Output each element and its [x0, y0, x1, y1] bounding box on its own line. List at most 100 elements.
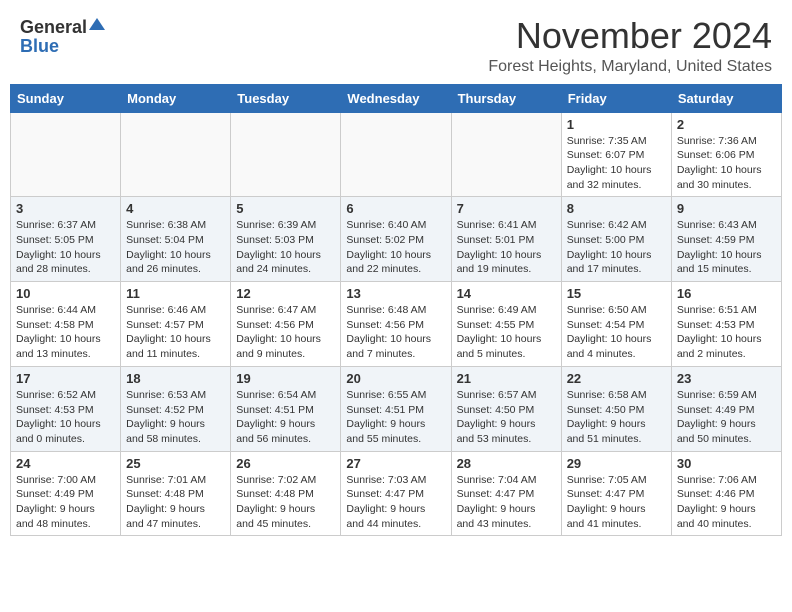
day-number: 25	[126, 456, 225, 471]
day-number: 28	[457, 456, 556, 471]
calendar-day-cell: 10Sunrise: 6:44 AM Sunset: 4:58 PM Dayli…	[11, 282, 121, 367]
calendar-day-cell: 12 Sunrise: 6:47 AM Sunset: 4:56 PM Dayli…	[231, 282, 341, 367]
calendar-day-cell: 18 Sunrise: 6:53 AM Sunset: 4:52 PM Dayli…	[121, 366, 231, 451]
day-info: Sunrise: 6:54 AM Sunset: 4:51 PM Dayligh…	[236, 388, 335, 447]
day-number: 26	[236, 456, 335, 471]
day-info: Sunrise: 6:43 AM Sunset: 4:59 PM Dayligh…	[677, 218, 776, 277]
calendar-day-cell: 17Sunrise: 6:52 AM Sunset: 4:53 PM Dayli…	[11, 366, 121, 451]
day-number: 7	[457, 201, 556, 216]
calendar-day-cell: 26 Sunrise: 7:02 AM Sunset: 4:48 PM Dayli…	[231, 451, 341, 536]
day-number: 27	[346, 456, 445, 471]
day-info: Sunrise: 7:05 AM Sunset: 4:47 PM Dayligh…	[567, 473, 666, 532]
weekday-header: Friday	[561, 84, 671, 112]
logo: General Blue	[20, 16, 105, 55]
calendar-day-cell: 16 Sunrise: 6:51 AM Sunset: 4:53 PM Dayli…	[671, 282, 781, 367]
day-number: 9	[677, 201, 776, 216]
day-number: 4	[126, 201, 225, 216]
day-info: Sunrise: 6:40 AM Sunset: 5:02 PM Dayligh…	[346, 218, 445, 277]
day-info: Sunrise: 7:03 AM Sunset: 4:47 PM Dayligh…	[346, 473, 445, 532]
day-info: Sunrise: 6:58 AM Sunset: 4:50 PM Dayligh…	[567, 388, 666, 447]
day-number: 16	[677, 286, 776, 301]
calendar-week-row: 10Sunrise: 6:44 AM Sunset: 4:58 PM Dayli…	[11, 282, 782, 367]
calendar-day-cell: 6Sunrise: 6:40 AM Sunset: 5:02 PM Daylig…	[341, 197, 451, 282]
calendar-day-cell	[121, 112, 231, 197]
weekday-header-row: SundayMondayTuesdayWednesdayThursdayFrid…	[11, 84, 782, 112]
day-info: Sunrise: 7:06 AM Sunset: 4:46 PM Dayligh…	[677, 473, 776, 532]
calendar-day-cell: 3 Sunrise: 6:37 AM Sunset: 5:05 PM Daylig…	[11, 197, 121, 282]
day-info: Sunrise: 6:46 AM Sunset: 4:57 PM Dayligh…	[126, 303, 225, 362]
day-number: 15	[567, 286, 666, 301]
day-info: Sunrise: 7:04 AM Sunset: 4:47 PM Dayligh…	[457, 473, 556, 532]
weekday-header: Tuesday	[231, 84, 341, 112]
day-info: Sunrise: 6:41 AM Sunset: 5:01 PM Dayligh…	[457, 218, 556, 277]
calendar-day-cell: 1 Sunrise: 7:35 AM Sunset: 6:07 PM Daylig…	[561, 112, 671, 197]
title-block: November 2024 Forest Heights, Maryland, …	[488, 16, 772, 76]
day-number: 1	[567, 117, 666, 132]
day-info: Sunrise: 6:38 AM Sunset: 5:04 PM Dayligh…	[126, 218, 225, 277]
calendar-week-row: 24 Sunrise: 7:00 AM Sunset: 4:49 PM Dayli…	[11, 451, 782, 536]
weekday-header: Thursday	[451, 84, 561, 112]
day-number: 11	[126, 286, 225, 301]
day-number: 17	[16, 371, 115, 386]
calendar-day-cell: 4 Sunrise: 6:38 AM Sunset: 5:04 PM Daylig…	[121, 197, 231, 282]
calendar-week-row: 3 Sunrise: 6:37 AM Sunset: 5:05 PM Daylig…	[11, 197, 782, 282]
day-number: 13	[346, 286, 445, 301]
day-info: Sunrise: 7:01 AM Sunset: 4:48 PM Dayligh…	[126, 473, 225, 532]
day-info: Sunrise: 6:44 AM Sunset: 4:58 PM Dayligh…	[16, 303, 115, 362]
day-number: 22	[567, 371, 666, 386]
day-info: Sunrise: 7:36 AM Sunset: 6:06 PM Dayligh…	[677, 134, 776, 193]
weekday-header: Wednesday	[341, 84, 451, 112]
day-number: 23	[677, 371, 776, 386]
calendar-day-cell: 28 Sunrise: 7:04 AM Sunset: 4:47 PM Dayli…	[451, 451, 561, 536]
location-title: Forest Heights, Maryland, United States	[488, 58, 772, 76]
day-info: Sunrise: 6:55 AM Sunset: 4:51 PM Dayligh…	[346, 388, 445, 447]
day-number: 5	[236, 201, 335, 216]
calendar-day-cell: 21Sunrise: 6:57 AM Sunset: 4:50 PM Dayli…	[451, 366, 561, 451]
day-number: 18	[126, 371, 225, 386]
calendar-day-cell: 13 Sunrise: 6:48 AM Sunset: 4:56 PM Dayli…	[341, 282, 451, 367]
day-info: Sunrise: 7:02 AM Sunset: 4:48 PM Dayligh…	[236, 473, 335, 532]
calendar-week-row: 17Sunrise: 6:52 AM Sunset: 4:53 PM Dayli…	[11, 366, 782, 451]
calendar-day-cell: 24 Sunrise: 7:00 AM Sunset: 4:49 PM Dayli…	[11, 451, 121, 536]
day-number: 30	[677, 456, 776, 471]
logo-blue-text: Blue	[20, 37, 59, 55]
day-info: Sunrise: 6:53 AM Sunset: 4:52 PM Dayligh…	[126, 388, 225, 447]
day-number: 12	[236, 286, 335, 301]
day-info: Sunrise: 7:35 AM Sunset: 6:07 PM Dayligh…	[567, 134, 666, 193]
calendar-day-cell: 15Sunrise: 6:50 AM Sunset: 4:54 PM Dayli…	[561, 282, 671, 367]
day-number: 19	[236, 371, 335, 386]
day-info: Sunrise: 6:37 AM Sunset: 5:05 PM Dayligh…	[16, 218, 115, 277]
calendar-day-cell: 27 Sunrise: 7:03 AM Sunset: 4:47 PM Dayli…	[341, 451, 451, 536]
day-number: 20	[346, 371, 445, 386]
day-info: Sunrise: 6:59 AM Sunset: 4:49 PM Dayligh…	[677, 388, 776, 447]
weekday-header: Sunday	[11, 84, 121, 112]
day-info: Sunrise: 6:48 AM Sunset: 4:56 PM Dayligh…	[346, 303, 445, 362]
day-info: Sunrise: 7:00 AM Sunset: 4:49 PM Dayligh…	[16, 473, 115, 532]
calendar-day-cell: 9 Sunrise: 6:43 AM Sunset: 4:59 PM Daylig…	[671, 197, 781, 282]
day-number: 24	[16, 456, 115, 471]
logo-general-text: General	[20, 18, 87, 36]
day-info: Sunrise: 6:51 AM Sunset: 4:53 PM Dayligh…	[677, 303, 776, 362]
calendar-day-cell: 11 Sunrise: 6:46 AM Sunset: 4:57 PM Dayli…	[121, 282, 231, 367]
day-number: 14	[457, 286, 556, 301]
day-number: 3	[16, 201, 115, 216]
day-number: 29	[567, 456, 666, 471]
day-info: Sunrise: 6:47 AM Sunset: 4:56 PM Dayligh…	[236, 303, 335, 362]
calendar-day-cell	[341, 112, 451, 197]
day-number: 8	[567, 201, 666, 216]
calendar-day-cell	[231, 112, 341, 197]
calendar-day-cell: 19 Sunrise: 6:54 AM Sunset: 4:51 PM Dayli…	[231, 366, 341, 451]
calendar-day-cell: 30 Sunrise: 7:06 AM Sunset: 4:46 PM Dayli…	[671, 451, 781, 536]
calendar-day-cell: 29 Sunrise: 7:05 AM Sunset: 4:47 PM Dayli…	[561, 451, 671, 536]
logo-icon	[89, 16, 105, 32]
day-info: Sunrise: 6:39 AM Sunset: 5:03 PM Dayligh…	[236, 218, 335, 277]
weekday-header: Saturday	[671, 84, 781, 112]
calendar-day-cell: 5 Sunrise: 6:39 AM Sunset: 5:03 PM Daylig…	[231, 197, 341, 282]
calendar-day-cell	[451, 112, 561, 197]
weekday-header: Monday	[121, 84, 231, 112]
calendar-day-cell: 25 Sunrise: 7:01 AM Sunset: 4:48 PM Dayli…	[121, 451, 231, 536]
calendar-day-cell: 23 Sunrise: 6:59 AM Sunset: 4:49 PM Dayli…	[671, 366, 781, 451]
day-info: Sunrise: 6:42 AM Sunset: 5:00 PM Dayligh…	[567, 218, 666, 277]
calendar-table: SundayMondayTuesdayWednesdayThursdayFrid…	[10, 84, 782, 537]
calendar-day-cell: 8 Sunrise: 6:42 AM Sunset: 5:00 PM Daylig…	[561, 197, 671, 282]
